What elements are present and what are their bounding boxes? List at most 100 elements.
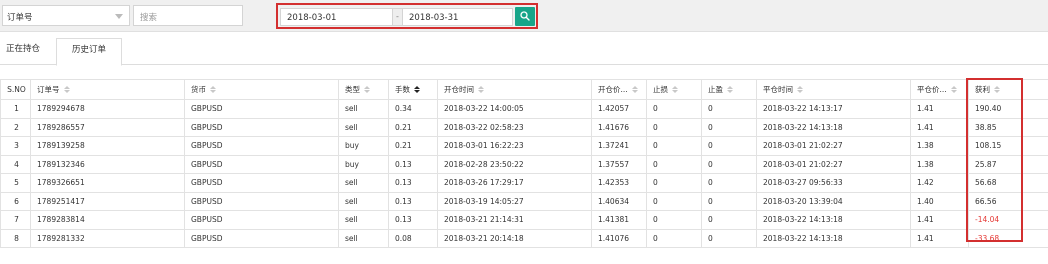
cell-close-time: 2018-03-22 14:13:17 xyxy=(756,99,911,119)
header-open-price[interactable]: 开仓价... xyxy=(591,79,647,100)
cell-sno: 4 xyxy=(0,154,31,174)
cell-sno: 8 xyxy=(0,228,31,248)
header-label: 类型 xyxy=(345,85,360,94)
field-select-value: 订单号 xyxy=(7,13,33,23)
header-label: 手数 xyxy=(395,85,410,94)
header-open-time[interactable]: 开仓时间 xyxy=(437,79,592,100)
sort-icon[interactable] xyxy=(672,86,678,94)
table-body: 1 1789294678 GBPUSD sell 0.34 2018-03-22 14:0… xyxy=(0,99,1048,248)
search-button[interactable] xyxy=(515,7,535,26)
cell-open-time: 2018-03-22 14:00:05 xyxy=(437,99,592,119)
header-close-time[interactable]: 平仓时间 xyxy=(756,79,911,100)
cell-lots: 0.13 xyxy=(388,154,438,174)
cell-order-no: 1789132346 xyxy=(30,154,185,174)
header-label: 开仓价... xyxy=(598,85,628,94)
sort-icon[interactable] xyxy=(994,86,1000,94)
header-take-profit[interactable]: 止盈 xyxy=(701,79,757,100)
cell-currency: GBPUSD xyxy=(184,136,339,156)
header-sno: S.NO xyxy=(0,79,31,100)
cell-type: sell xyxy=(338,210,389,230)
header-label: 止损 xyxy=(653,85,668,94)
cell-close-price: 1.38 xyxy=(910,154,969,174)
table-row[interactable]: 7 1789283814 GBPUSD sell 0.13 2018-03-21 21:1… xyxy=(0,210,1048,230)
tab-order-history[interactable]: 历史订单 xyxy=(56,38,122,66)
cell-stop-loss: 0 xyxy=(646,99,702,119)
date-to-input[interactable]: 2018-03-31 xyxy=(402,8,513,26)
cell-close-price: 1.40 xyxy=(910,191,969,211)
cell-profit: 190.40 xyxy=(968,99,1048,119)
header-label: 平仓时间 xyxy=(763,85,793,94)
cell-stop-loss: 0 xyxy=(646,191,702,211)
cell-close-time: 2018-03-20 13:39:04 xyxy=(756,191,911,211)
header-close-price[interactable]: 平仓价... xyxy=(910,79,969,100)
cell-stop-loss: 0 xyxy=(646,228,702,248)
date-range-picker: 2018-03-01 - 2018-03-31 xyxy=(276,3,538,29)
header-stop-loss[interactable]: 止损 xyxy=(646,79,702,100)
header-order-no[interactable]: 订单号 xyxy=(30,79,185,100)
table-row[interactable]: 2 1789286557 GBPUSD sell 0.21 2018-03-22 02:5… xyxy=(0,117,1048,137)
header-type[interactable]: 类型 xyxy=(338,79,389,100)
header-label: 获利 xyxy=(975,85,990,94)
sort-icon[interactable] xyxy=(63,86,70,94)
cell-open-price: 1.42057 xyxy=(591,99,647,119)
cell-order-no: 1789326651 xyxy=(30,173,185,193)
search-placeholder: 搜索 xyxy=(140,13,158,23)
cell-profit: 25.87 xyxy=(968,154,1048,174)
cell-take-profit: 0 xyxy=(701,117,757,137)
date-to-value: 2018-03-31 xyxy=(409,13,459,23)
cell-close-time: 2018-03-01 21:02:27 xyxy=(756,136,911,156)
cell-profit: 56.68 xyxy=(968,173,1048,193)
cell-stop-loss: 0 xyxy=(646,117,702,137)
header-label: 平仓价... xyxy=(917,85,947,94)
cell-currency: GBPUSD xyxy=(184,99,339,119)
date-from-input[interactable]: 2018-03-01 xyxy=(280,8,393,26)
header-lots[interactable]: 手数 xyxy=(388,79,438,100)
field-select[interactable]: 订单号 xyxy=(2,5,130,26)
cell-order-no: 1789283814 xyxy=(30,210,185,230)
cell-order-no: 1789251417 xyxy=(30,191,185,211)
table-row[interactable]: 4 1789132346 GBPUSD buy 0.13 2018-02-28 23:50… xyxy=(0,154,1048,174)
cell-open-time: 2018-03-21 20:14:18 xyxy=(437,228,592,248)
header-label: 订单号 xyxy=(37,85,60,94)
cell-stop-loss: 0 xyxy=(646,210,702,230)
header-label: 止盈 xyxy=(708,85,723,94)
cell-close-price: 1.41 xyxy=(910,99,969,119)
sort-icon[interactable] xyxy=(364,86,370,94)
cell-open-price: 1.41076 xyxy=(591,228,647,248)
sort-icon[interactable] xyxy=(797,86,803,94)
cell-open-price: 1.37557 xyxy=(591,154,647,174)
table-row[interactable]: 3 1789139258 GBPUSD buy 0.21 2018-03-01 16:22… xyxy=(0,136,1048,156)
sort-icon[interactable] xyxy=(631,86,638,94)
cell-currency: GBPUSD xyxy=(184,154,339,174)
cell-type: sell xyxy=(338,173,389,193)
header-profit[interactable]: 获利 xyxy=(968,79,1048,100)
table-row[interactable]: 1 1789294678 GBPUSD sell 0.34 2018-03-22 14:0… xyxy=(0,99,1048,119)
cell-close-time: 2018-03-22 14:13:18 xyxy=(756,210,911,230)
cell-open-price: 1.41676 xyxy=(591,117,647,137)
cell-take-profit: 0 xyxy=(701,173,757,193)
header-label: 货币 xyxy=(191,85,206,94)
cell-close-price: 1.41 xyxy=(910,210,969,230)
cell-currency: GBPUSD xyxy=(184,210,339,230)
cell-sno: 3 xyxy=(0,136,31,156)
tab-open-positions[interactable]: 正在持仓 xyxy=(6,38,52,65)
sort-icon[interactable] xyxy=(478,86,484,94)
sort-icon[interactable] xyxy=(210,86,216,94)
header-currency[interactable]: 货币 xyxy=(184,79,339,100)
cell-sno: 6 xyxy=(0,191,31,211)
sort-icon[interactable] xyxy=(414,86,420,94)
cell-take-profit: 0 xyxy=(701,228,757,248)
cell-open-time: 2018-03-22 02:58:23 xyxy=(437,117,592,137)
header-label: 开仓时间 xyxy=(444,85,474,94)
sort-icon[interactable] xyxy=(727,86,733,94)
cell-currency: GBPUSD xyxy=(184,191,339,211)
cell-lots: 0.08 xyxy=(388,228,438,248)
table-row[interactable]: 5 1789326651 GBPUSD sell 0.13 2018-03-26 17:2… xyxy=(0,173,1048,193)
table-row[interactable]: 6 1789251417 GBPUSD sell 0.13 2018-03-19 14:0… xyxy=(0,191,1048,211)
cell-profit: 38.85 xyxy=(968,117,1048,137)
caret-down-icon xyxy=(115,14,123,19)
cell-take-profit: 0 xyxy=(701,154,757,174)
table-row[interactable]: 8 1789281332 GBPUSD sell 0.08 2018-03-21 20:1… xyxy=(0,228,1048,248)
search-input[interactable]: 搜索 xyxy=(133,5,243,26)
sort-icon[interactable] xyxy=(950,86,957,94)
